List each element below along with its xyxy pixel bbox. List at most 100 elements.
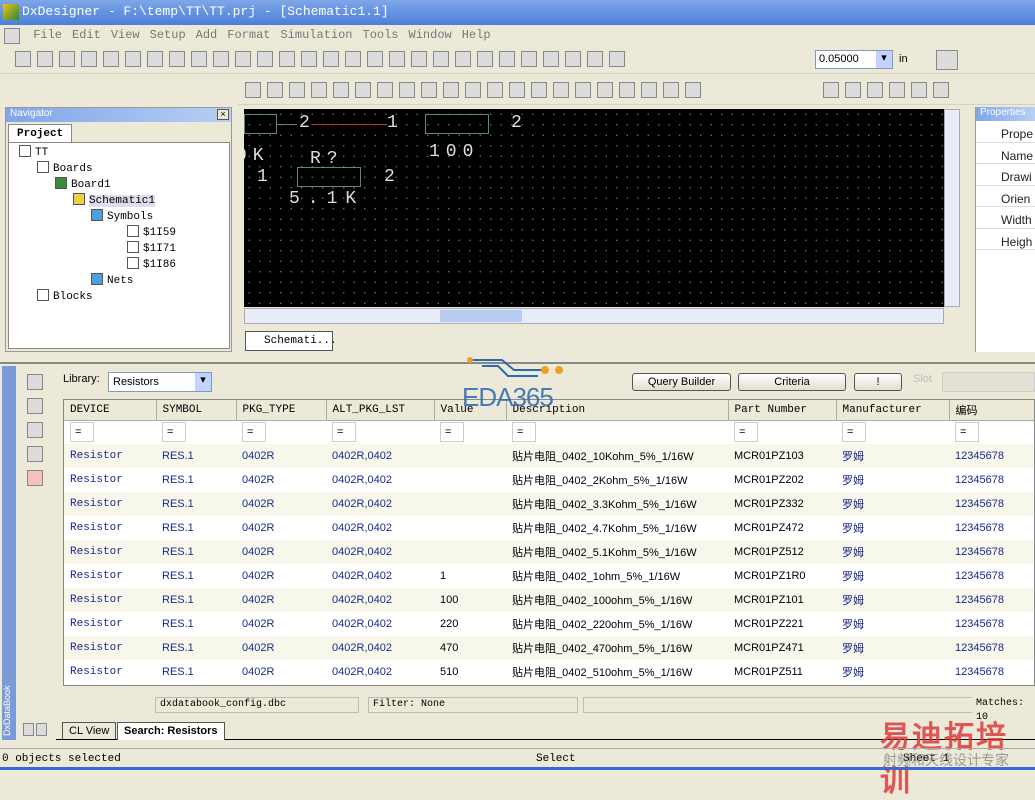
pan-icon[interactable] <box>377 82 393 98</box>
wire-icon[interactable] <box>685 82 701 98</box>
filter-input[interactable]: = <box>734 422 758 443</box>
scroll-thumb[interactable] <box>440 310 522 322</box>
document-icon[interactable] <box>4 28 20 44</box>
column-header[interactable]: Part Number <box>728 400 837 421</box>
table-row[interactable]: Resistor RES.1 0402R 0402R,0402 贴片电阻_0402_5.… <box>64 540 1034 564</box>
tree-item-schematic1[interactable]: Schematic1 <box>73 193 156 207</box>
tool-icon[interactable] <box>509 82 525 98</box>
query-builder-button[interactable]: Query Builder <box>632 373 731 391</box>
chevron-right-icon[interactable] <box>36 723 47 736</box>
tool-icon[interactable] <box>575 82 591 98</box>
column-header[interactable]: Description <box>506 400 729 421</box>
tool-icon[interactable] <box>641 82 657 98</box>
menu-edit[interactable]: Edit <box>72 28 101 42</box>
tree-item-symbols[interactable]: Symbols <box>91 209 153 223</box>
tree-item-symbol[interactable]: $1I71 <box>127 241 176 255</box>
property-row[interactable]: Prope <box>976 121 1035 143</box>
table-row[interactable]: Resistor RES.1 0402R 0402R,0402 贴片电阻_0402_2K… <box>64 468 1034 492</box>
zoom-in-icon[interactable] <box>267 82 283 98</box>
menu-simulation[interactable]: Simulation <box>280 28 352 42</box>
table-row[interactable]: Resistor RES.1 0402R 0402R,0402 470 贴片电阻_0402… <box>64 636 1034 660</box>
bus-icon[interactable] <box>823 82 840 98</box>
select-arrow-icon[interactable] <box>845 82 862 98</box>
tool-icon[interactable] <box>477 51 493 67</box>
table-row[interactable]: Resistor RES.1 0402R 0402R,0402 1 贴片电阻_0402_1… <box>64 564 1034 588</box>
check-icon[interactable] <box>213 51 229 67</box>
tool-icon[interactable] <box>553 82 569 98</box>
paste-icon[interactable] <box>103 51 119 67</box>
schematic-canvas[interactable]: 2 1 2 100 0K R? 1 2 5.1K <box>244 109 944 307</box>
align-icon[interactable] <box>565 51 581 67</box>
component-icon[interactable] <box>663 82 679 98</box>
column-header[interactable]: DEVICE <box>64 400 157 421</box>
tool-icon[interactable] <box>301 51 317 67</box>
tool-icon[interactable] <box>499 51 515 67</box>
tool-icon[interactable] <box>345 51 361 67</box>
horizontal-scrollbar[interactable] <box>244 308 944 324</box>
net-icon[interactable] <box>421 82 437 98</box>
menu-setup[interactable]: Setup <box>150 28 186 42</box>
tool-icon[interactable] <box>323 51 339 67</box>
tool-icon[interactable] <box>389 51 405 67</box>
criteria-button[interactable]: Criteria <box>738 373 846 391</box>
pan-icon[interactable] <box>355 82 371 98</box>
column-header[interactable]: PKG_TYPE <box>236 400 327 421</box>
tab-search-resistors[interactable]: Search: Resistors <box>117 722 225 740</box>
copy-icon[interactable] <box>81 51 97 67</box>
menu-file[interactable]: File <box>33 28 62 42</box>
tree-item-nets[interactable]: Nets <box>91 273 133 287</box>
column-header[interactable]: ALT_PKG_LST <box>326 400 435 421</box>
tool-icon[interactable] <box>235 51 251 67</box>
column-header[interactable]: 编码 <box>949 400 1034 421</box>
table-icon[interactable] <box>443 82 459 98</box>
tree-item-tt[interactable]: TT <box>19 145 48 159</box>
filter-input[interactable]: = <box>842 422 866 443</box>
tool-icon[interactable] <box>465 82 481 98</box>
port-icon[interactable] <box>889 82 906 98</box>
no-icon[interactable] <box>27 470 43 486</box>
ground-icon[interactable] <box>933 82 950 98</box>
column-header[interactable]: Value <box>434 400 507 421</box>
filter-input[interactable]: = <box>512 422 536 443</box>
tool-icon[interactable] <box>455 51 471 67</box>
tree-item-blocks[interactable]: Blocks <box>37 289 93 303</box>
redo-icon[interactable] <box>191 51 207 67</box>
chevron-left-icon[interactable] <box>23 723 34 736</box>
tool-icon[interactable] <box>367 51 383 67</box>
property-row[interactable]: Drawi <box>976 164 1035 186</box>
print-icon[interactable] <box>37 51 53 67</box>
filter-input[interactable]: = <box>242 422 266 443</box>
tree-item-boards[interactable]: Boards <box>37 161 93 175</box>
flag-icon[interactable] <box>911 82 928 98</box>
tool-icon[interactable] <box>619 82 635 98</box>
tree-item-symbol[interactable]: $1I86 <box>127 257 176 271</box>
menu-add[interactable]: Add <box>196 28 218 42</box>
tab-cl-view[interactable]: CL View <box>62 722 117 739</box>
tool-icon[interactable] <box>531 82 547 98</box>
undo-icon[interactable] <box>169 51 185 67</box>
tree-icon[interactable] <box>399 82 415 98</box>
property-row[interactable]: Width <box>976 207 1035 229</box>
zoom-icon[interactable] <box>311 82 327 98</box>
delete-icon[interactable] <box>411 51 427 67</box>
property-row[interactable]: Heigh <box>976 229 1035 250</box>
filter-input[interactable]: = <box>440 422 464 443</box>
tab-project[interactable]: Project <box>8 124 73 143</box>
execute-button[interactable]: ! <box>854 373 902 391</box>
property-row[interactable]: Name <box>976 143 1035 164</box>
tool-icon[interactable] <box>257 51 273 67</box>
table-row[interactable]: Resistor RES.1 0402R 0402R,0402 220 贴片电阻_0402… <box>64 612 1034 636</box>
table-row[interactable]: Resistor RES.1 0402R 0402R,0402 贴片电阻_0402_3.… <box>64 492 1034 516</box>
slot-field[interactable] <box>942 372 1035 392</box>
align-icon[interactable] <box>587 51 603 67</box>
tool-icon[interactable] <box>521 51 537 67</box>
place-icon[interactable] <box>27 422 43 438</box>
zoom-out-icon[interactable] <box>289 82 305 98</box>
table-row[interactable]: Resistor RES.1 0402R 0402R,0402 贴片电阻_0402_4.… <box>64 516 1034 540</box>
filter-input[interactable]: = <box>332 422 356 443</box>
table-row[interactable]: Resistor RES.1 0402R 0402R,0402 贴片电阻_0402_10… <box>64 444 1034 468</box>
grid-icon[interactable] <box>936 50 958 70</box>
menu-tools[interactable]: Tools <box>363 28 399 42</box>
table-row[interactable]: Resistor RES.1 0402R 0402R,0402 100 贴片电阻_0402… <box>64 588 1034 612</box>
new-icon[interactable] <box>15 51 31 67</box>
